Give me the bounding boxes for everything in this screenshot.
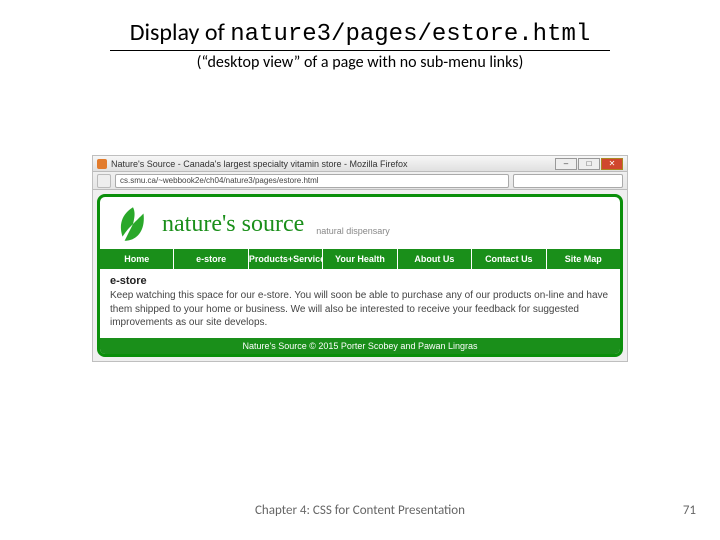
logo-area: nature's source natural dispensary bbox=[100, 197, 620, 249]
content-body: Keep watching this space for our e-store… bbox=[110, 289, 610, 330]
nav-health[interactable]: Your Health bbox=[323, 249, 397, 269]
title-path: nature3/pages/estore.html bbox=[230, 21, 590, 48]
window-title-bar: Nature's Source - Canada's largest speci… bbox=[93, 156, 627, 172]
window-title-text: Nature's Source - Canada's largest speci… bbox=[111, 159, 408, 169]
nav-contact[interactable]: Contact Us bbox=[472, 249, 546, 269]
nav-about[interactable]: About Us bbox=[398, 249, 472, 269]
address-bar: cs.smu.ca/~webbook2e/ch04/nature3/pages/… bbox=[93, 172, 627, 190]
browser-search-field[interactable] bbox=[513, 174, 623, 188]
browser-screenshot: Nature's Source - Canada's largest speci… bbox=[92, 155, 628, 362]
brand-tagline: natural dispensary bbox=[316, 226, 390, 236]
slide-title: Display of nature3/pages/estore.html bbox=[0, 18, 720, 48]
firefox-icon bbox=[97, 159, 107, 169]
title-prefix: Display of bbox=[130, 18, 231, 47]
maximize-button[interactable]: □ bbox=[578, 158, 600, 170]
back-button[interactable] bbox=[97, 174, 111, 188]
slide-page-number: 71 bbox=[683, 503, 696, 518]
close-button[interactable]: ✕ bbox=[601, 158, 623, 170]
page-content: e-store Keep watching this space for our… bbox=[100, 269, 620, 338]
leaf-icon bbox=[112, 203, 154, 245]
slide-subtitle: (“desktop view” of a page with no sub-me… bbox=[0, 53, 720, 72]
nav-estore[interactable]: e-store bbox=[174, 249, 248, 269]
url-field[interactable]: cs.smu.ca/~webbook2e/ch04/nature3/pages/… bbox=[115, 174, 509, 188]
nav-sitemap[interactable]: Site Map bbox=[547, 249, 620, 269]
content-heading: e-store bbox=[110, 275, 610, 287]
title-underline bbox=[110, 50, 610, 51]
main-nav: Home e-store Products+Services Your Heal… bbox=[100, 249, 620, 269]
slide: Display of nature3/pages/estore.html (“d… bbox=[0, 0, 720, 540]
minimize-button[interactable]: – bbox=[555, 158, 577, 170]
window-buttons: – □ ✕ bbox=[555, 158, 623, 170]
nav-products[interactable]: Products+Services bbox=[249, 249, 323, 269]
brand-wordmark: nature's source bbox=[162, 211, 304, 238]
webpage-body: nature's source natural dispensary Home … bbox=[97, 194, 623, 357]
page-footer-bar: Nature's Source © 2015 Porter Scobey and… bbox=[100, 338, 620, 354]
slide-footer-text: Chapter 4: CSS for Content Presentation bbox=[0, 503, 720, 518]
nav-home[interactable]: Home bbox=[100, 249, 174, 269]
